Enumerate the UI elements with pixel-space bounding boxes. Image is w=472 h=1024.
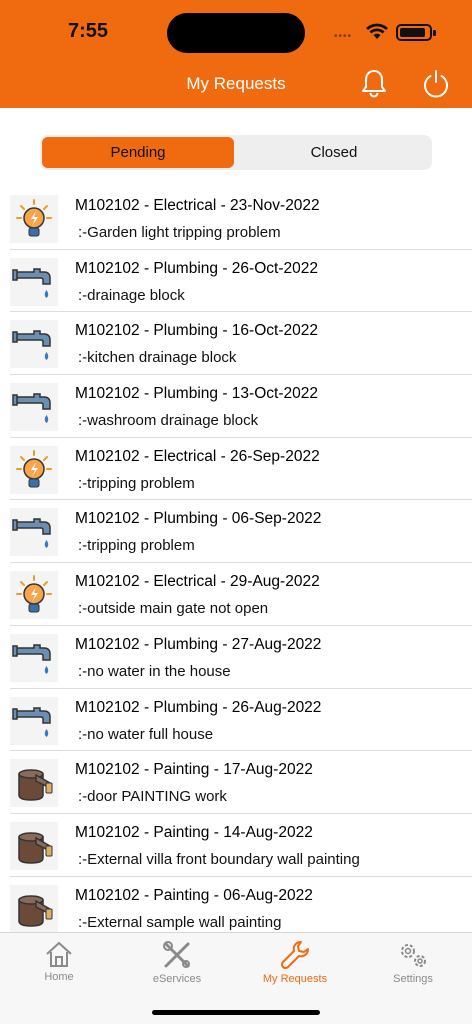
home-indicator	[152, 1010, 320, 1015]
request-row[interactable]: M102102 - Plumbing - 06-Sep-2022 :-trippi…	[0, 500, 472, 563]
request-row[interactable]: M102102 - Plumbing - 26-Oct-2022 :-draina…	[0, 250, 472, 313]
plumbing-icon	[10, 257, 58, 306]
request-row[interactable]: M102102 - Plumbing - 13-Oct-2022 :-washro…	[0, 375, 472, 438]
request-row[interactable]: M102102 - Painting - 17-Aug-2022 :-door P…	[0, 751, 472, 814]
request-row[interactable]: M102102 - Electrical - 29-Aug-2022 :-outs…	[0, 563, 472, 626]
request-description: :-tripping problem	[78, 474, 195, 492]
request-title: M102102 - Electrical - 26-Sep-2022	[75, 447, 320, 465]
tab-home[interactable]: Home	[0, 937, 118, 993]
tab-home-label: Home	[44, 971, 74, 983]
electrical-icon	[10, 445, 58, 494]
gears-icon	[401, 944, 426, 967]
logout-power-icon[interactable]	[422, 68, 450, 98]
tab-eservices[interactable]: eServices	[118, 937, 236, 993]
request-title: M102102 - Plumbing - 26-Oct-2022	[75, 259, 318, 277]
request-title: M102102 - Painting - 06-Aug-2022	[75, 886, 313, 904]
request-row[interactable]: M102102 - Painting - 14-Aug-2022 :-Extern…	[0, 814, 472, 877]
request-title: M102102 - Plumbing - 16-Oct-2022	[75, 322, 318, 340]
electrical-icon	[10, 571, 58, 620]
request-row[interactable]: M102102 - Electrical - 23-Nov-2022 :-Gard…	[0, 187, 472, 250]
painting-icon	[10, 884, 58, 933]
header-bar: 7:55 •••• My Requests	[0, 0, 472, 108]
cellular-signal-icon: ••••	[334, 31, 353, 42]
tab-my-requests[interactable]: My Requests	[236, 937, 354, 993]
plumbing-icon	[10, 508, 58, 557]
request-title: M102102 - Painting - 14-Aug-2022	[75, 823, 313, 841]
request-description: :-tripping problem	[78, 537, 195, 555]
request-row[interactable]: M102102 - Plumbing - 27-Aug-2022 :-no wat…	[0, 626, 472, 689]
tab-my-requests-label: My Requests	[262, 973, 328, 985]
request-row[interactable]: M102102 - Painting - 06-Aug-2022 :-Extern…	[0, 877, 472, 940]
plumbing-icon	[10, 696, 58, 745]
request-title: M102102 - Plumbing - 13-Oct-2022	[75, 385, 318, 403]
plumbing-icon	[10, 633, 58, 682]
page-title: My Requests	[186, 74, 286, 93]
request-description: :-outside main gate not open	[78, 600, 269, 618]
tab-pending[interactable]: Pending	[42, 137, 234, 168]
battery-icon	[396, 24, 436, 41]
plumbing-icon	[10, 383, 58, 432]
request-description: :-External villa front boundary wall pai…	[78, 850, 360, 868]
electrical-icon	[10, 195, 58, 243]
tools-icon	[163, 941, 190, 968]
request-description: :-door PAINTING work	[78, 788, 227, 806]
request-title: M102102 - Painting - 17-Aug-2022	[75, 761, 313, 779]
painting-icon	[10, 821, 58, 870]
tab-settings[interactable]: Settings	[354, 937, 472, 993]
request-title: M102102 - Plumbing - 06-Sep-2022	[75, 510, 322, 528]
request-description: :-no water in the house	[78, 662, 231, 680]
notification-bell-icon[interactable]	[360, 68, 388, 98]
request-description: :-External sample wall painting	[78, 913, 282, 931]
tab-settings-label: Settings	[393, 973, 433, 985]
request-description: :-no water full house	[78, 725, 214, 743]
request-description: :-washroom drainage block	[78, 412, 259, 430]
request-row[interactable]: M102102 - Plumbing - 26-Aug-2022 :-no wat…	[0, 689, 472, 752]
request-row[interactable]: M102102 - Plumbing - 16-Oct-2022 :-kitche…	[0, 312, 472, 375]
request-description: :-Garden light tripping problem	[78, 224, 281, 241]
wrench-icon	[280, 941, 309, 970]
request-description: :-drainage block	[78, 286, 185, 304]
tab-closed[interactable]: Closed	[238, 137, 430, 168]
plumbing-icon	[10, 320, 58, 369]
request-description: :-kitchen drainage block	[78, 349, 237, 367]
wifi-icon	[366, 23, 388, 39]
request-row[interactable]: M102102 - Electrical - 26-Sep-2022 :-trip…	[0, 438, 472, 501]
request-list: M102102 - Electrical - 23-Nov-2022 :-Gard…	[0, 187, 472, 939]
status-segmented-control: Pending Closed	[40, 135, 432, 170]
request-title: M102102 - Electrical - 23-Nov-2022	[75, 197, 320, 214]
home-icon	[46, 941, 72, 967]
request-title: M102102 - Electrical - 29-Aug-2022	[75, 573, 320, 591]
request-title: M102102 - Plumbing - 27-Aug-2022	[75, 635, 322, 653]
status-time: 7:55	[68, 20, 109, 42]
painting-icon	[10, 759, 58, 808]
tab-eservices-label: eServices	[152, 973, 202, 985]
dynamic-island	[167, 13, 305, 53]
request-title: M102102 - Plumbing - 26-Aug-2022	[75, 698, 322, 716]
